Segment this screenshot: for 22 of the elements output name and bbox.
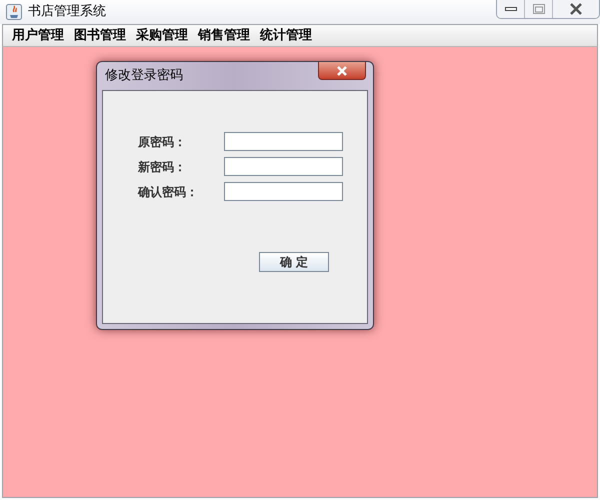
window-title: 书店管理系统 bbox=[28, 3, 106, 22]
minimize-button[interactable] bbox=[497, 0, 525, 18]
confirm-button[interactable]: 确 定 bbox=[259, 252, 329, 272]
menu-item[interactable]: 采购管理 bbox=[131, 26, 193, 46]
maximize-icon bbox=[532, 4, 544, 14]
input-field[interactable] bbox=[224, 182, 343, 201]
menu-item[interactable]: 销售管理 bbox=[193, 26, 255, 46]
field-label: 新密码： bbox=[138, 158, 187, 176]
close-button[interactable] bbox=[553, 0, 599, 18]
menu-item[interactable]: 统计管理 bbox=[255, 26, 317, 46]
menu-item[interactable]: 图书管理 bbox=[69, 26, 131, 46]
field-label: 确认密码： bbox=[138, 184, 199, 200]
close-icon bbox=[336, 66, 348, 76]
app-icon bbox=[6, 4, 22, 20]
close-button[interactable] bbox=[318, 62, 366, 80]
input-field[interactable] bbox=[224, 157, 343, 176]
field-label: 原密码： bbox=[138, 134, 187, 150]
menu-item[interactable]: 用户管理 bbox=[7, 26, 69, 46]
minimize-icon bbox=[504, 6, 516, 12]
close-icon bbox=[569, 3, 583, 15]
dialog-title: 修改登录密码 bbox=[105, 67, 183, 86]
input-field[interactable] bbox=[224, 132, 343, 151]
